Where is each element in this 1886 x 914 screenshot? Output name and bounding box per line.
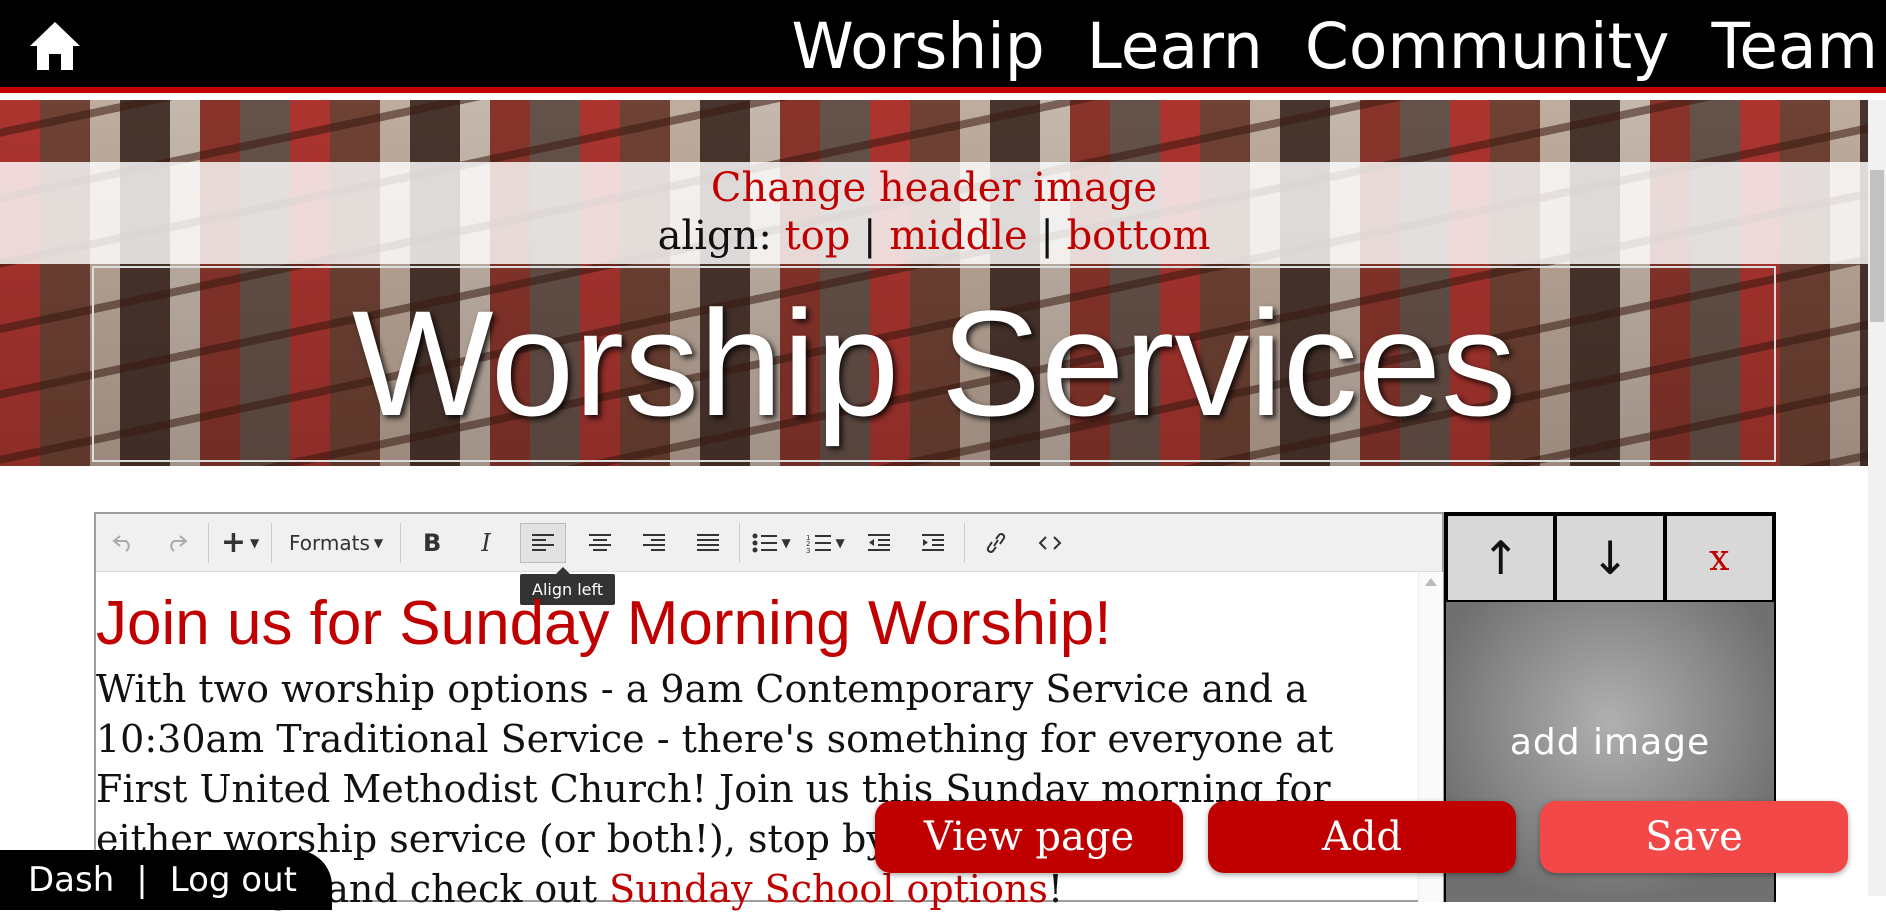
admin-separator: | <box>136 860 148 900</box>
dash-link[interactable]: Dash <box>28 860 114 900</box>
redo-icon[interactable] <box>157 523 197 563</box>
italic-icon[interactable]: I <box>466 523 506 563</box>
align-options: align: top | middle | bottom <box>0 212 1868 260</box>
content-line[interactable]: 10:30am Traditional Service - there's so… <box>96 714 1416 764</box>
align-right-icon[interactable] <box>634 523 674 563</box>
justify-icon[interactable] <box>688 523 728 563</box>
add-button[interactable]: Add <box>1208 801 1516 873</box>
formats-label: Formats <box>289 530 370 555</box>
undo-icon[interactable] <box>103 523 143 563</box>
toolbar-divider <box>964 522 966 563</box>
source-code-icon[interactable] <box>1030 523 1070 563</box>
toolbar-divider <box>739 522 741 563</box>
main-nav-links: Worship Learn Community Team <box>791 0 1886 93</box>
nav-team[interactable]: Team <box>1711 15 1878 78</box>
align-center-icon[interactable] <box>580 523 620 563</box>
header-image-controls: Change header image align: top | middle … <box>0 162 1868 264</box>
insert-icon[interactable]: + ▼ <box>220 523 260 563</box>
move-up-button[interactable]: ↑ <box>1446 514 1556 602</box>
sunday-school-link[interactable]: Sunday School options <box>609 867 1048 911</box>
admin-bar: Dash | Log out <box>0 850 332 910</box>
align-left-icon[interactable] <box>520 522 567 563</box>
link-icon[interactable] <box>976 523 1016 563</box>
save-button[interactable]: Save <box>1540 801 1848 873</box>
align-top-link[interactable]: top <box>785 213 851 259</box>
bold-icon[interactable]: B <box>412 523 452 563</box>
change-header-image-link[interactable]: Change header image <box>0 164 1868 212</box>
move-down-button[interactable]: ↓ <box>1555 514 1665 602</box>
svg-text:3: 3 <box>806 547 810 553</box>
bullet-list-icon[interactable]: ▼ <box>751 523 791 563</box>
editor-toolbar: + ▼ Formats ▼ B I ▼ 123 ▼ <box>96 514 1442 572</box>
align-label: align: <box>657 213 772 259</box>
toolbar-divider <box>271 522 272 563</box>
block-controls: ↑ ↓ x <box>1446 514 1774 602</box>
page-scrollbar-thumb[interactable] <box>1870 170 1884 322</box>
page-title[interactable]: Worship Services <box>0 278 1868 448</box>
numbered-list-icon[interactable]: 123 ▼ <box>805 523 845 563</box>
nav-community[interactable]: Community <box>1305 15 1670 78</box>
content-heading[interactable]: Join us for Sunday Morning Worship! <box>96 584 1416 664</box>
view-page-button[interactable]: View page <box>875 801 1183 873</box>
logout-link[interactable]: Log out <box>170 860 297 900</box>
content-line[interactable]: With two worship options - a 9am Contemp… <box>96 664 1416 714</box>
scroll-up-arrow-icon[interactable] <box>1425 578 1437 586</box>
toolbar-divider <box>400 522 402 563</box>
top-nav: Worship Learn Community Team <box>0 0 1886 93</box>
toolbar-divider <box>208 522 209 563</box>
indent-icon[interactable] <box>913 523 953 563</box>
formats-dropdown[interactable]: Formats ▼ <box>283 523 389 563</box>
align-separator: | <box>863 213 877 259</box>
align-separator: | <box>1040 213 1054 259</box>
header-image: Change header image align: top | middle … <box>0 100 1868 466</box>
align-bottom-link[interactable]: bottom <box>1067 213 1211 259</box>
delete-block-button[interactable]: x <box>1664 514 1774 602</box>
outdent-icon[interactable] <box>859 523 899 563</box>
content-line-end: ! <box>1047 867 1064 911</box>
align-middle-link[interactable]: middle <box>889 213 1027 259</box>
add-image-label: add image <box>1509 722 1711 763</box>
nav-learn[interactable]: Learn <box>1087 15 1263 78</box>
home-icon[interactable] <box>28 20 82 72</box>
nav-worship[interactable]: Worship <box>791 15 1044 78</box>
